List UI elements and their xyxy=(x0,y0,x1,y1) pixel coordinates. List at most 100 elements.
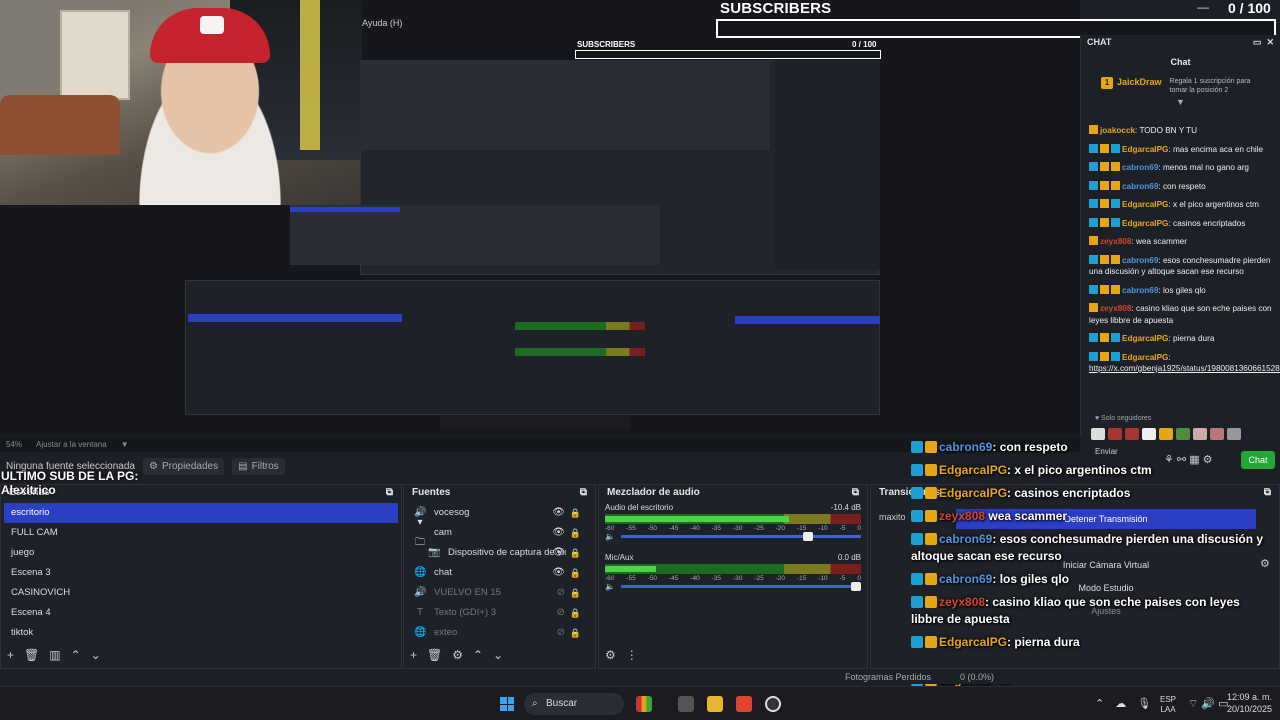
add-icon[interactable]: + xyxy=(7,648,14,662)
chat-message: EdgarcaIPG: mas encima aca en chile xyxy=(1089,143,1272,156)
taskbar-search[interactable]: ⌕ Buscar xyxy=(524,693,624,715)
filter-icon[interactable]: ▥ xyxy=(49,648,60,662)
network-icon[interactable]: ☁ xyxy=(1115,697,1126,710)
obs-icon[interactable] xyxy=(765,696,781,712)
close-icon[interactable]: ✕ xyxy=(1266,37,1274,47)
windows-start-icon[interactable] xyxy=(500,697,514,711)
visibility-icon[interactable]: ⊘ xyxy=(557,623,565,643)
chat-username[interactable]: zeyx808 xyxy=(1100,304,1131,313)
trash-icon[interactable]: 🗑 xyxy=(427,648,442,662)
chat-username[interactable]: EdgarcaIPG xyxy=(1122,145,1168,154)
subscribers-count: 0 / 100 xyxy=(1228,0,1271,16)
source-name: Dispositivo de captura de vid xyxy=(448,547,566,558)
help-menu[interactable]: Ayuda (H) xyxy=(362,18,402,28)
badge-icon xyxy=(925,441,937,453)
float-icon[interactable]: ▭ xyxy=(1253,37,1262,47)
speaker-icon[interactable]: 🔈 xyxy=(605,582,615,591)
chat-message: cabron69: con respeto xyxy=(1089,180,1272,193)
chat-username[interactable]: EdgarcaIPG xyxy=(1122,334,1168,343)
tick-label: -60 xyxy=(605,525,615,532)
level-meter xyxy=(605,564,861,574)
chevron-up-icon[interactable]: ⌃ xyxy=(1095,697,1104,710)
badge-icon xyxy=(925,596,937,608)
expand-icon[interactable]: ▼ xyxy=(1081,97,1280,107)
sub-gift-user[interactable]: JaickDraw xyxy=(1117,77,1162,87)
scene-item[interactable]: Escena 4 xyxy=(4,603,398,623)
scene-item[interactable]: Escena 3 xyxy=(4,563,398,583)
folder-icon[interactable] xyxy=(707,696,723,712)
down-icon[interactable]: ⌄ xyxy=(493,648,503,662)
task-view-icon[interactable] xyxy=(678,696,694,712)
visibility-icon[interactable]: 👁 xyxy=(552,503,565,523)
lock-icon[interactable]: 🔒 xyxy=(570,563,581,583)
language-indicator[interactable]: ESP LAA xyxy=(1160,695,1176,715)
transition-select[interactable]: maxito xyxy=(879,512,906,522)
fit-window[interactable]: Ajustar a la ventana xyxy=(36,440,107,449)
minimize-icon[interactable]: — xyxy=(1197,0,1209,14)
chat-username[interactable]: cabron69 xyxy=(1122,182,1158,191)
lock-icon[interactable]: 🔒 xyxy=(570,543,581,563)
zoom-level[interactable]: 54% xyxy=(6,440,22,449)
mic-icon[interactable]: 🎙 xyxy=(1137,697,1151,710)
volume-slider[interactable] xyxy=(620,582,861,591)
source-item[interactable]: 🔊 VUELVO EN 15 ⊘ 🔒 xyxy=(404,583,595,603)
volume-slider[interactable] xyxy=(620,532,861,541)
visibility-icon[interactable]: 👁 xyxy=(552,543,565,563)
chat-username[interactable]: cabron69 xyxy=(1122,163,1158,172)
lock-icon[interactable]: 🔒 xyxy=(570,583,581,603)
gear-icon[interactable]: ⚙ xyxy=(605,648,616,662)
up-icon[interactable]: ⌃ xyxy=(71,648,81,662)
undock-icon[interactable]: ⧉ xyxy=(386,487,393,499)
chat-username[interactable]: EdgarcaIPG xyxy=(1122,353,1168,362)
visibility-icon[interactable]: ⊘ xyxy=(557,603,565,623)
menu-icon[interactable]: ⋮ xyxy=(626,648,638,662)
scene-item[interactable]: escritorio xyxy=(4,503,398,523)
lock-icon[interactable]: 🔒 xyxy=(570,603,581,623)
lock-icon[interactable]: 🔒 xyxy=(570,623,581,643)
source-item[interactable]: 🌐 exteo ⊘ 🔒 xyxy=(404,623,595,643)
source-item[interactable]: 📷 Dispositivo de captura de vid 👁 🔒 xyxy=(404,543,595,563)
down-icon[interactable]: ⌄ xyxy=(91,648,101,662)
visibility-icon[interactable]: ⊘ xyxy=(557,583,565,603)
chat-username[interactable]: EdgarcaIPG xyxy=(1122,200,1168,209)
add-icon[interactable]: + xyxy=(410,648,417,662)
mixer-toolbar: ⚙ ⋮ xyxy=(605,648,638,662)
chat-username[interactable]: EdgarcaIPG xyxy=(1122,219,1168,228)
chat-username[interactable]: joakocck xyxy=(1100,126,1135,135)
chat-text: : x el pico argentinos ctm xyxy=(1168,200,1259,209)
scene-item[interactable]: FULL CAM xyxy=(4,523,398,543)
lock-icon[interactable]: 🔒 xyxy=(570,523,581,543)
overlay-username: EdgarcaIPG xyxy=(939,486,1008,500)
chat-username[interactable]: cabron69 xyxy=(1122,286,1158,295)
lock-icon[interactable]: 🔒 xyxy=(570,503,581,523)
wifi-icon[interactable]: ⌔ 🔊 ▭ xyxy=(1188,697,1229,711)
visibility-icon[interactable]: 👁 xyxy=(552,523,565,543)
chat-link[interactable]: https://x.com/gbenja1925/status/19800813… xyxy=(1089,364,1280,373)
scene-item[interactable]: tiktok xyxy=(4,623,398,643)
scene-item[interactable]: CASINOVICH xyxy=(4,583,398,603)
tick-label: -50 xyxy=(647,525,658,532)
brave-icon[interactable] xyxy=(736,696,752,712)
properties-button[interactable]: ⚙ Propiedades xyxy=(142,457,225,475)
app-icon[interactable] xyxy=(636,696,652,712)
undock-icon[interactable]: ⧉ xyxy=(580,487,587,499)
visibility-icon[interactable]: 👁 xyxy=(552,563,565,583)
gear-icon[interactable]: ⚙ xyxy=(452,648,463,662)
scene-item[interactable]: juego xyxy=(4,543,398,563)
source-name: chat xyxy=(434,567,452,578)
source-item[interactable]: T Texto (GDI+) 3 ⊘ 🔒 xyxy=(404,603,595,623)
clock[interactable]: 12:09 a. m. 20/10/2025 xyxy=(1227,691,1272,715)
source-item[interactable]: 🌐 chat 👁 🔒 xyxy=(404,563,595,583)
chat-username[interactable]: cabron69 xyxy=(1122,256,1158,265)
chevron-down-icon[interactable]: ▼ xyxy=(121,440,129,449)
filters-button[interactable]: ▤ Filtros xyxy=(232,457,285,475)
trash-icon[interactable]: 🗑 xyxy=(24,648,39,662)
badge-icon xyxy=(1100,284,1109,294)
source-item[interactable]: 🔊 vocesog 👁 🔒 xyxy=(404,503,595,523)
source-item[interactable]: ▾ 🗀 cam 👁 🔒 xyxy=(404,517,595,548)
badge-icon xyxy=(1089,180,1098,190)
up-icon[interactable]: ⌃ xyxy=(473,648,483,662)
undock-icon[interactable]: ⧉ xyxy=(852,487,859,499)
speaker-icon[interactable]: 🔈 xyxy=(605,532,615,541)
chat-username[interactable]: zeyx808 xyxy=(1100,237,1131,246)
